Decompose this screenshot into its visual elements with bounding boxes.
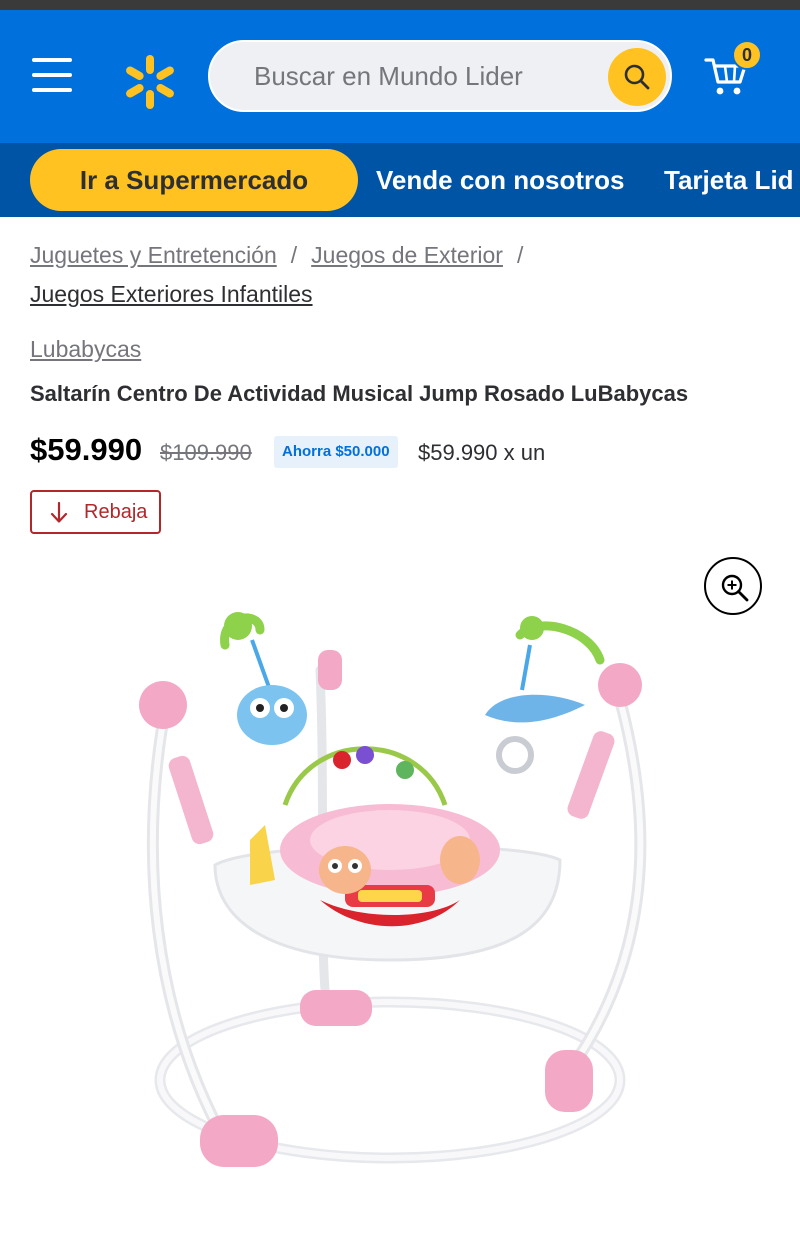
breadcrumb-item[interactable]: Juguetes y Entretención: [30, 242, 277, 268]
breadcrumb-item[interactable]: Juegos de Exterior: [311, 242, 503, 268]
zoom-in-icon: [721, 574, 749, 602]
hamburger-menu-icon[interactable]: [32, 58, 72, 92]
search-bar: [208, 40, 672, 112]
search-input[interactable]: [254, 42, 594, 110]
rollback-label: Rebaja: [84, 501, 148, 523]
status-bar: [0, 0, 800, 10]
breadcrumb-separator: /: [290, 242, 298, 268]
cart-count-badge: 0: [732, 40, 762, 70]
breadcrumb: Juguetes y Entretención / Juegos de Exteri…: [30, 236, 770, 314]
current-price: $59.990: [30, 432, 143, 467]
product-image[interactable]: [120, 590, 680, 1210]
savings-badge: Ahorra $50.000: [274, 436, 398, 468]
search-icon: [624, 64, 650, 90]
cart-button[interactable]: 0: [700, 40, 770, 110]
original-price: $109.990: [160, 440, 252, 465]
product-title: Saltarín Centro De Actividad Musical Jum…: [30, 381, 689, 406]
zoom-button[interactable]: [704, 557, 762, 615]
unit-price: $59.990 x un: [418, 440, 546, 465]
breadcrumb-item[interactable]: Juegos Exteriores Infantiles: [30, 281, 313, 307]
walmart-spark-icon[interactable]: [120, 52, 180, 112]
secondary-nav: Ir a Supermercado Vende con nosotros Tar…: [0, 143, 800, 217]
sell-with-us-link[interactable]: Vende con nosotros: [376, 149, 625, 211]
top-bar: 0: [0, 10, 800, 143]
search-button[interactable]: [608, 48, 666, 106]
price-row: $59.990 $109.990 Ahorra $50.000 $59.990 …: [30, 432, 790, 474]
lider-card-link[interactable]: Tarjeta Lid: [664, 149, 794, 211]
supermarket-button[interactable]: Ir a Supermercado: [30, 149, 358, 211]
product-brand-link[interactable]: Lubabycas: [30, 336, 141, 363]
breadcrumb-separator: /: [516, 242, 524, 268]
rollback-badge: Rebaja: [30, 490, 161, 534]
arrow-down-icon: [50, 502, 68, 523]
